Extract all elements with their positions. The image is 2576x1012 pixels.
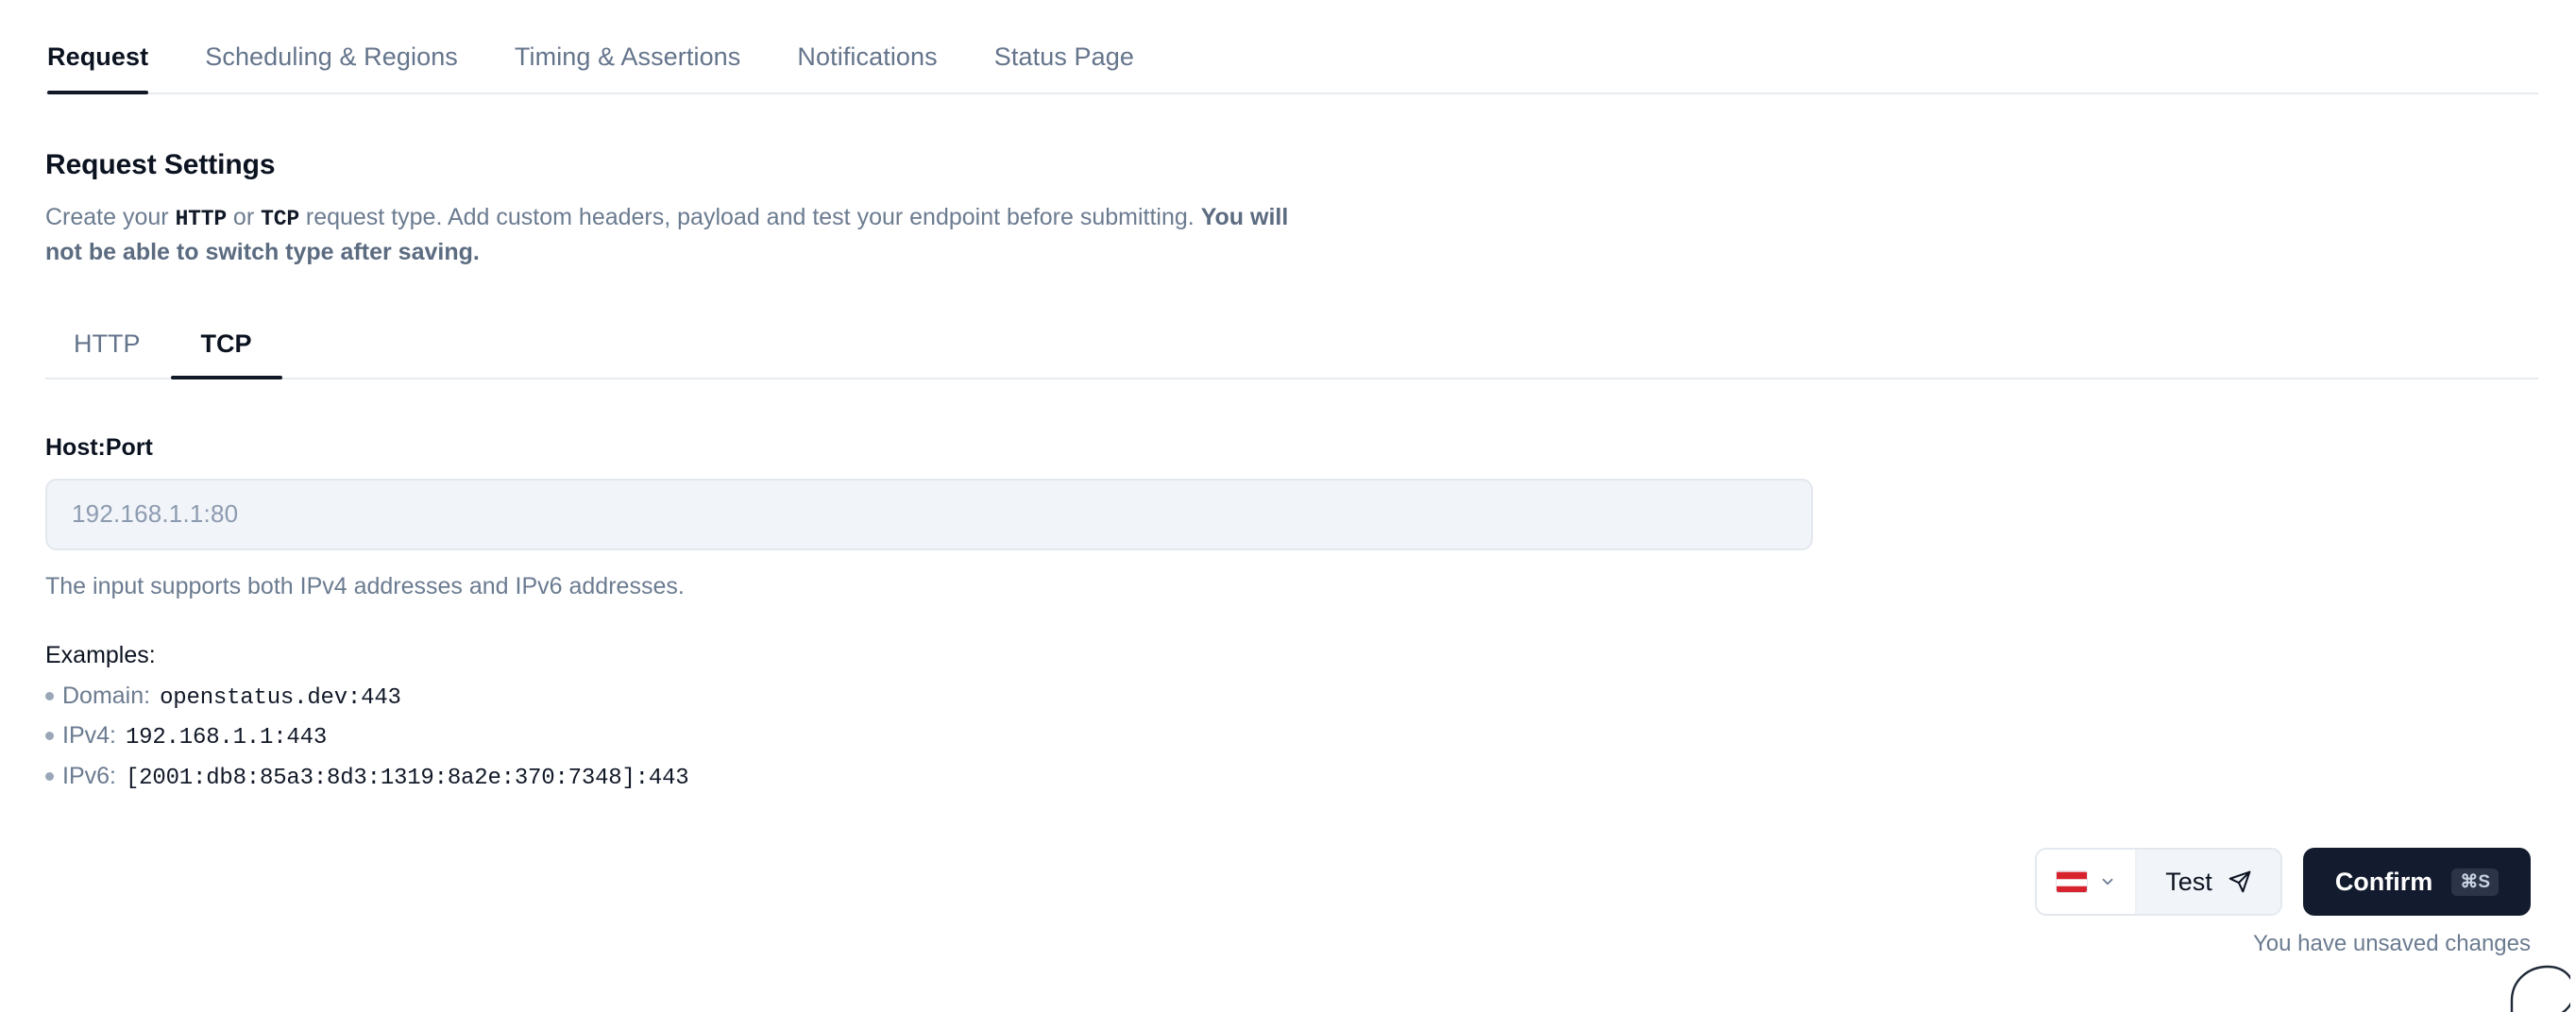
primary-tab-bar: Request Scheduling & Regions Timing & As… [0,0,2576,94]
request-settings-page: Request Scheduling & Regions Timing & As… [0,0,2576,1012]
region-select[interactable] [2037,850,2137,914]
example-value: openstatus.dev:443 [160,681,401,717]
action-row: Test Confirm ⌘S [2035,848,2531,916]
desc-tcp-token: TCP [261,207,299,231]
subtab-label: HTTP [74,329,141,358]
test-button-label: Test [2165,868,2212,897]
confirm-button-label: Confirm [2335,868,2433,897]
test-button-group: Test [2035,848,2282,916]
host-port-label: Host:Port [45,434,2531,462]
section-description: Create your HTTP or TCP request type. Ad… [45,200,1301,270]
subtab-tcp[interactable]: TCP [171,329,282,380]
unsaved-changes-status: You have unsaved changes [2253,931,2531,957]
tab-label: Timing & Assertions [515,42,740,71]
desc-text-1: Create your [45,204,176,230]
example-label: Domain: [62,677,150,716]
tab-status-page[interactable]: Status Page [966,44,1162,94]
subtab-http[interactable]: HTTP [45,329,171,380]
example-value: 192.168.1.1:443 [126,720,327,757]
tab-label: Status Page [994,42,1134,71]
send-icon [2228,869,2252,894]
tab-notifications[interactable]: Notifications [769,44,965,94]
example-label: IPv6: [62,757,116,796]
confirm-shortcut-badge: ⌘S [2451,869,2499,896]
tab-label: Request [47,42,148,71]
example-value: [2001:db8:85a3:8d3:1319:8a2e:370:7348]:4… [126,761,689,798]
request-type-tabs: HTTP TCP [45,306,2531,380]
desc-text-3: request type. Add custom headers, payloa… [299,204,1201,230]
host-port-input[interactable]: 192.168.1.1:80 [45,479,1813,550]
page-body: Request Settings Create your HTTP or TCP… [0,149,2576,798]
form-action-bar: Test Confirm ⌘S You have unsaved changes [2035,848,2531,957]
list-item: IPv6: [2001:db8:85a3:8d3:1319:8a2e:370:7… [45,757,2531,798]
list-item: Domain: openstatus.dev:443 [45,677,2531,717]
examples-title: Examples: [45,642,2531,669]
examples-list: Domain: openstatus.dev:443 IPv4: 192.168… [45,677,2531,799]
desc-text-2: or [227,204,261,230]
tab-label: Notifications [797,42,937,71]
example-label: IPv4: [62,717,116,755]
tab-label: Scheduling & Regions [205,42,458,71]
confirm-button[interactable]: Confirm ⌘S [2303,848,2531,916]
host-port-hint: The input supports both IPv4 addresses a… [45,573,2531,600]
tab-scheduling-regions[interactable]: Scheduling & Regions [177,44,486,94]
list-item: IPv4: 192.168.1.1:443 [45,717,2531,757]
tab-request[interactable]: Request [45,44,177,94]
host-port-placeholder: 192.168.1.1:80 [72,499,238,529]
subtab-label: TCP [201,329,252,358]
tab-timing-assertions[interactable]: Timing & Assertions [486,44,769,94]
desc-http-token: HTTP [176,207,227,231]
help-bubble-icon[interactable] [2504,957,2570,1012]
flag-icon [2056,870,2088,893]
page-title: Request Settings [45,149,2531,181]
chevron-down-icon [2099,873,2116,890]
test-button[interactable]: Test [2137,850,2280,914]
